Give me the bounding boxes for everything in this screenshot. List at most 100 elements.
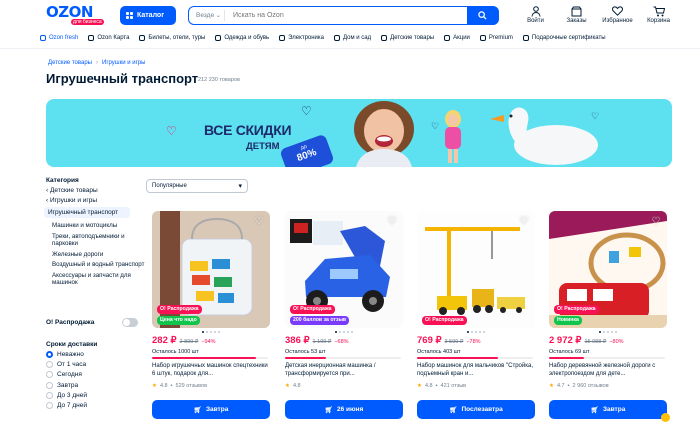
stock-bar: [549, 357, 665, 359]
sale-toggle[interactable]: [122, 318, 138, 327]
search-scope-select[interactable]: Везде: [189, 10, 225, 21]
card-icon: [88, 35, 95, 41]
product-image[interactable]: ♡ О! Распродажа Новинка: [549, 211, 667, 328]
delivery-option-label: Завтра: [57, 381, 79, 389]
login-action[interactable]: Войти: [515, 5, 556, 24]
stroller-icon: [381, 35, 388, 41]
add-to-cart-button[interactable]: 🛒︎ Завтра: [549, 400, 667, 419]
search-button[interactable]: [466, 5, 499, 25]
subcategory-link[interactable]: Железные дороги: [52, 251, 146, 259]
orders-action[interactable]: Заказы: [556, 5, 597, 24]
favorite-heart-icon[interactable]: ♡: [386, 216, 398, 228]
delivery-option-label: До 7 дней: [57, 401, 87, 409]
nav-item-ozon-fresh[interactable]: Ozon fresh: [40, 32, 78, 44]
nav-item-kids[interactable]: Детские товары: [381, 32, 434, 44]
product-card[interactable]: ♡ О! Распродажа Цена что надо 282 ₽2 899…: [152, 211, 270, 427]
radio-selected: [46, 351, 53, 358]
heart-icon: ♡: [431, 121, 440, 131]
delivery-option[interactable]: Неважно: [46, 351, 146, 358]
star-icon: ★: [285, 383, 290, 389]
sort-select[interactable]: Популярные: [146, 179, 248, 193]
banner-headline: ВСЕ СКИДКИ: [204, 122, 292, 138]
category-parent-label: Игрушки и игры: [49, 197, 98, 204]
product-name[interactable]: Набор игрушечных машинок спецтехники 6 ш…: [152, 362, 268, 378]
subcategory-link[interactable]: Аксессуары и запчасти для машинок: [52, 272, 146, 287]
cart-icon: 🛒︎: [590, 406, 599, 414]
plush-goose-image: [490, 107, 598, 165]
product-card[interactable]: ♡ О! Распродажа 769 ₽3 599 ₽ −78% Осталос…: [417, 211, 535, 427]
nav-item-tickets[interactable]: Билеты, отели, туры: [139, 32, 205, 44]
image-pager: [467, 331, 485, 333]
stock-bar-fill: [152, 357, 257, 359]
image-pager: [335, 331, 353, 333]
old-price: 15 088 ₽: [584, 339, 607, 345]
price-row: 386 ₽1 199 ₽ −68%: [285, 335, 349, 346]
delivery-option-label: Сегодня: [57, 371, 82, 379]
reviews-count[interactable]: 421 отзыв: [441, 383, 467, 389]
price-row: 2 972 ₽15 088 ₽ −80%: [549, 335, 624, 346]
product-image[interactable]: ♡ О! Распродажа: [417, 211, 535, 328]
add-to-cart-button[interactable]: 🛒︎ Послезавтра: [417, 400, 535, 419]
product-name[interactable]: Набор деревянной железной дороги с элект…: [549, 362, 665, 378]
radio: [46, 401, 53, 409]
nav-item-electronics[interactable]: Электроника: [279, 32, 324, 44]
cart-action[interactable]: Корзина: [638, 5, 679, 24]
catalog-button[interactable]: Каталог: [120, 6, 176, 25]
orders-label: Заказы: [566, 18, 587, 24]
banner-subline: ДЕТЯМ: [246, 141, 280, 152]
nav-item-premium[interactable]: Premium: [479, 32, 513, 44]
delivery-date: Послезавтра: [461, 406, 503, 413]
category-parent-link[interactable]: ‹ Детские товары: [46, 187, 146, 194]
heart-icon: ♡: [166, 124, 177, 138]
delivery-option[interactable]: До 3 дней: [46, 391, 146, 399]
product-image[interactable]: ♡ О! Распродажа Цена что надо: [152, 211, 270, 328]
laptop-icon: [279, 35, 286, 41]
favorites-action[interactable]: Избранное: [597, 5, 638, 24]
nav-item-clothes[interactable]: Одежда и обувь: [215, 32, 269, 44]
price: 386 ₽: [285, 335, 310, 346]
product-card[interactable]: ♡ О! Распродажа 200 баллов за отзыв 386 …: [285, 211, 403, 427]
delivery-option[interactable]: Сегодня: [46, 371, 146, 379]
breadcrumb-link[interactable]: Детские товары: [48, 60, 92, 66]
search-input[interactable]: [225, 12, 455, 19]
nav-item-ozon-card[interactable]: Ozon Карта: [88, 32, 129, 44]
delivery-option-label: До 3 дней: [57, 391, 87, 399]
new-badge: Новинка: [554, 316, 582, 325]
delivery-filter: Сроки доставки Неважно От 1 часа Сегодня…: [46, 341, 146, 412]
favorites-label: Избранное: [602, 18, 633, 24]
nav-item-gift-cards[interactable]: Подарочные сертификаты: [522, 32, 606, 44]
nav-item-home[interactable]: Дом и сад: [334, 32, 371, 44]
nav-label: Детские товары: [390, 35, 435, 41]
ozon-logo[interactable]: OZON для бизнеса: [46, 5, 106, 25]
delivery-option[interactable]: До 7 дней: [46, 401, 146, 409]
favorite-heart-icon[interactable]: ♡: [650, 216, 662, 228]
category-heading: Категория: [46, 177, 79, 184]
product-name[interactable]: Набор машинок для мальчиков "Стройка, по…: [417, 362, 533, 378]
category-active[interactable]: Игрушечный транспорт: [44, 207, 130, 218]
breadcrumb-link[interactable]: Игрушки и игры: [102, 60, 145, 66]
construction-crane-photo: [417, 211, 535, 328]
product-name[interactable]: Детская инерционная машинка / трансформи…: [285, 362, 401, 378]
product-card[interactable]: ♡ О! Распродажа Новинка 2 972 ₽15 088 ₽ −…: [549, 211, 670, 427]
discount: −78%: [466, 339, 481, 345]
chat-assistant-icon[interactable]: [661, 413, 670, 422]
reviews-count[interactable]: 529 отзывов: [176, 383, 207, 389]
delivery-option[interactable]: От 1 часа: [46, 361, 146, 369]
add-to-cart-button[interactable]: 🛒︎ Завтра: [152, 400, 270, 419]
category-parent-link[interactable]: ‹ Игрушки и игры: [46, 197, 146, 204]
discount: −68%: [334, 339, 349, 345]
promo-banner[interactable]: ♡ ♡ ♡ ♡ ♡ ВСЕ СКИДКИ ДЕТЯМ до80%: [46, 99, 672, 167]
add-to-cart-button[interactable]: 🛒︎ 26 июня: [285, 400, 403, 419]
shirt-icon: [215, 35, 222, 41]
favorite-heart-icon[interactable]: ♡: [518, 216, 530, 228]
price-row: 769 ₽3 599 ₽ −78%: [417, 335, 481, 346]
subcategory-link[interactable]: Машинки и мотоциклы: [52, 222, 146, 230]
delivery-option[interactable]: Завтра: [46, 381, 146, 389]
subcategory-link[interactable]: Воздушный и водный транспорт: [52, 261, 146, 269]
reviews-count[interactable]: 2 960 отзывов: [573, 383, 609, 389]
product-image[interactable]: ♡ О! Распродажа 200 баллов за отзыв: [285, 211, 403, 328]
delivery-heading: Сроки доставки: [46, 341, 98, 348]
favorite-heart-icon[interactable]: ♡: [253, 216, 265, 228]
nav-item-promo[interactable]: Акции: [444, 32, 470, 44]
subcategory-link[interactable]: Треки, автоподъемники и парковки: [52, 233, 146, 248]
